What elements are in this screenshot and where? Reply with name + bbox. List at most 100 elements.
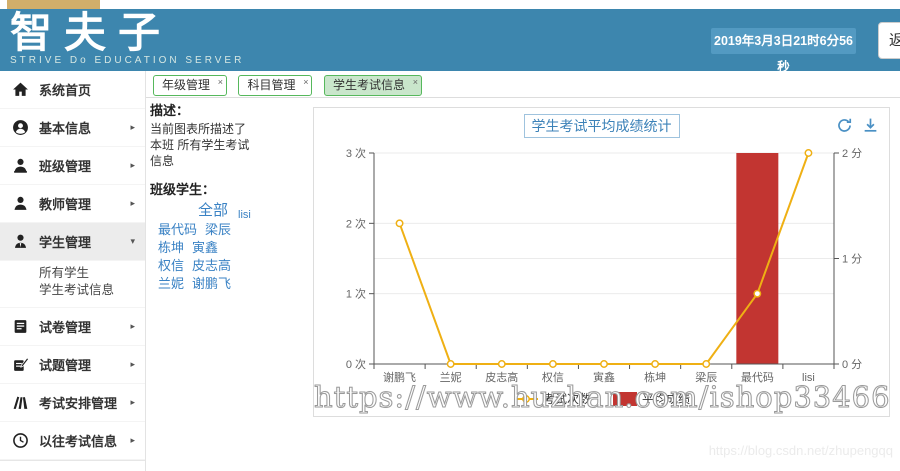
legend-bar-marker (613, 392, 637, 406)
student-link[interactable]: 皮志高 (192, 258, 231, 273)
student-link[interactable]: 兰妮 (158, 276, 184, 291)
line-point (703, 361, 709, 367)
chevron-right-icon: ▸ (130, 397, 135, 408)
close-icon[interactable]: × (218, 73, 223, 92)
student-link-all[interactable]: 全部 (198, 202, 228, 219)
student-submenu: 所有学生 学生考试信息 (0, 261, 145, 308)
line-point (499, 361, 505, 367)
line-point (396, 220, 402, 226)
close-icon[interactable]: × (303, 73, 308, 92)
y-right-tick-label: 2 分 (842, 147, 862, 160)
student-link[interactable]: 谢鹏飞 (192, 276, 231, 291)
chevron-down-icon: ▾ (130, 236, 135, 247)
description-panel: 描述： 当前图表所描述了 本班 所有学生考试 信息 班级学生： 全部 lisi 最… (150, 100, 310, 293)
submenu-item-all-students[interactable]: 所有学生 (0, 265, 145, 282)
y-left-tick-label: 2 次 (346, 216, 366, 230)
student-icon (12, 233, 29, 250)
x-tick-label: 梁辰 (695, 370, 717, 384)
x-tick-label: 谢鹏飞 (383, 370, 416, 384)
x-tick-label: 最代码 (741, 371, 774, 384)
teacher-icon (12, 195, 29, 212)
back-button[interactable]: 返回 (878, 22, 900, 59)
tab-subject-mgmt[interactable]: 科目管理 × (238, 75, 312, 96)
student-link[interactable]: 栋坤 (158, 240, 184, 255)
y-right-tick-label: 1 分 (842, 253, 862, 266)
sidebar-item-past-exam-info[interactable]: 以往考试信息 ▸ (0, 422, 145, 460)
sidebar-item-basic-info[interactable]: 基本信息 ▸ (0, 109, 145, 147)
logo: 智夫子 STRIVE Do EDUCATION SERVER (10, 9, 244, 66)
home-icon (12, 81, 29, 98)
tab-label: 科目管理 (247, 78, 295, 92)
paper-icon (12, 318, 29, 335)
logo-text: 智夫子 (10, 9, 244, 57)
line-point (447, 361, 453, 367)
logo-tagline: STRIVE Do EDUCATION SERVER (10, 55, 244, 66)
schedule-icon (12, 394, 29, 411)
line-point (754, 290, 760, 296)
watermark-csdn: https://blog.csdn.net/zhupengqq (709, 443, 893, 458)
sidebar-item-class-mgmt[interactable]: 班级管理 ▸ (0, 147, 145, 185)
x-tick-label: 栋坤 (644, 370, 666, 384)
exam-stats-chart: 0 次1 次2 次3 次0 分1 分2 分谢鹏飞兰妮皮志高权信寅鑫栋坤梁辰最代码… (314, 108, 891, 418)
class-students-title: 班级学生： (150, 179, 310, 198)
chevron-right-icon: ▸ (130, 198, 135, 209)
history-clock-icon (12, 432, 29, 449)
chart-title: 学生考试平均成绩统计 (524, 114, 680, 138)
sidebar-item-question-mgmt[interactable]: 试题管理 ▸ (0, 346, 145, 384)
x-tick-label: 兰妮 (440, 370, 462, 384)
student-link-cloud: 全部 lisi 最代码梁辰 栋坤寅鑫 权信皮志高 兰妮谢鹏飞 (150, 202, 310, 293)
sidebar-item-label: 基本信息 (39, 118, 130, 137)
chart-card: 学生考试平均成绩统计 0 次1 次2 次3 次0 分1 分2 分谢鹏飞兰妮皮志高… (313, 107, 890, 417)
sidebar-item-label: 试题管理 (39, 355, 130, 374)
student-link[interactable]: 最代码 (158, 222, 197, 237)
chevron-right-icon: ▸ (130, 160, 135, 171)
student-link[interactable]: 梁辰 (205, 222, 231, 237)
legend-label: 平均成绩 (642, 392, 690, 406)
chevron-right-icon: ▸ (130, 321, 135, 332)
tab-student-exam-info[interactable]: 学生考试信息 × (324, 75, 422, 96)
refresh-icon[interactable] (836, 117, 853, 134)
x-tick-label: 皮志高 (485, 370, 518, 384)
sidebar-item-label: 班级管理 (39, 156, 130, 175)
sidebar-item-home[interactable]: 系统首页 (0, 71, 145, 109)
sidebar-item-exam-schedule-mgmt[interactable]: 考试安排管理 ▸ (0, 384, 145, 422)
student-link[interactable]: lisi (238, 209, 251, 221)
user-circle-icon (12, 119, 29, 136)
download-icon[interactable] (862, 117, 879, 134)
sidebar-item-teacher-mgmt[interactable]: 教师管理 ▸ (0, 185, 145, 223)
sidebar-item-paper-mgmt[interactable]: 试卷管理 ▸ (0, 308, 145, 346)
y-left-tick-label: 0 次 (346, 357, 366, 371)
submenu-item-exam-info[interactable]: 学生考试信息 (0, 282, 145, 299)
description-title: 描述： (150, 100, 310, 119)
datetime-display: 2019年3月3日21时6分56秒 (711, 28, 856, 54)
chevron-right-icon: ▸ (130, 359, 135, 370)
line-point (805, 150, 811, 156)
sidebar-item-student-mgmt[interactable]: 学生管理 ▾ (0, 223, 145, 261)
student-link[interactable]: 寅鑫 (192, 240, 218, 255)
top-strip (7, 0, 100, 9)
y-left-tick-label: 1 次 (346, 287, 366, 301)
y-left-tick-label: 3 次 (346, 146, 366, 160)
chevron-right-icon: ▸ (130, 122, 135, 133)
description-body: 当前图表所描述了 本班 所有学生考试 信息 (150, 121, 275, 169)
sidebar-item-label: 试卷管理 (39, 317, 130, 336)
student-link[interactable]: 权信 (158, 258, 184, 273)
legend-label: 考试次数 (543, 391, 591, 406)
bar-最代码 (736, 153, 778, 364)
sidebar: 系统首页 基本信息 ▸ 班级管理 ▸ 教师管理 ▸ 学生管理 ▾ 所有学生 学生… (0, 71, 146, 471)
line-point (652, 361, 658, 367)
question-icon (12, 356, 29, 373)
tab-label: 年级管理 (162, 78, 210, 92)
app-header: 智夫子 STRIVE Do EDUCATION SERVER 2019年3月3日… (0, 9, 900, 71)
line-point (601, 361, 607, 367)
close-icon[interactable]: × (413, 73, 418, 92)
x-tick-label: 权信 (542, 371, 564, 384)
sidebar-item-label: 考试安排管理 (39, 393, 130, 412)
sidebar-item-label: 教师管理 (39, 194, 130, 213)
sidebar-item-label: 系统首页 (39, 80, 135, 99)
tab-label: 学生考试信息 (333, 78, 405, 92)
class-icon (12, 157, 29, 174)
tab-grade-mgmt[interactable]: 年级管理 × (153, 75, 227, 96)
chevron-right-icon: ▸ (130, 435, 135, 446)
sidebar-item-label: 以往考试信息 (39, 431, 130, 450)
